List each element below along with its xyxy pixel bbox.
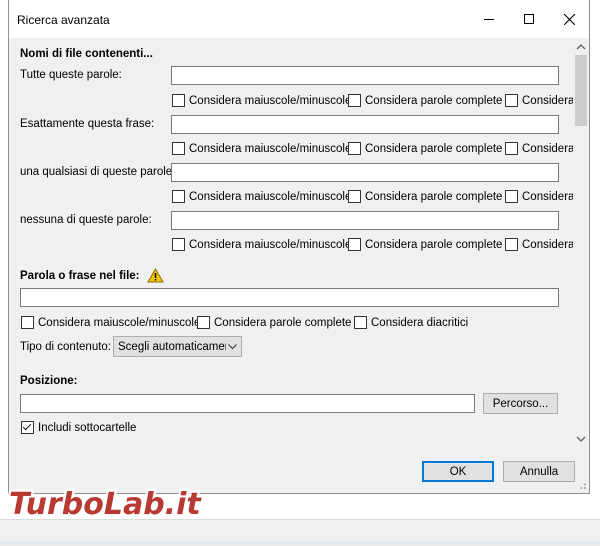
position-input[interactable] xyxy=(20,394,475,413)
scrollbar-thumb[interactable] xyxy=(575,55,587,126)
filename-section-heading: Nomi di file contenenti... xyxy=(20,48,153,60)
position-section-heading: Posizione: xyxy=(20,375,78,387)
checkbox-box[interactable] xyxy=(172,190,185,203)
checkbox-box[interactable] xyxy=(172,238,185,251)
all-words-diacritics[interactable]: Considera xyxy=(505,94,573,107)
exact-phrase-input[interactable] xyxy=(171,115,559,134)
checkbox-label: Considera maiuscole/minuscole xyxy=(189,238,352,251)
exact-phrase-whole-words[interactable]: Considera parole complete xyxy=(348,142,502,155)
any-words-whole-words[interactable]: Considera parole complete xyxy=(348,190,502,203)
close-button[interactable] xyxy=(549,0,589,38)
maximize-button[interactable] xyxy=(509,0,549,38)
checkbox-label: Considera maiuscole/minuscole xyxy=(189,190,352,203)
checkbox-label: Considera maiuscole/minuscole xyxy=(189,94,352,107)
checkbox-box[interactable] xyxy=(348,190,361,203)
cancel-button[interactable]: Annulla xyxy=(503,461,575,482)
checkbox-box[interactable] xyxy=(348,238,361,251)
checkbox-box[interactable] xyxy=(21,316,34,329)
all-words-label: Tutte queste parole: xyxy=(20,69,122,81)
checkbox-box[interactable] xyxy=(348,94,361,107)
close-icon xyxy=(563,13,575,25)
checkbox-label: Considera parole complete xyxy=(365,238,503,251)
checkbox-label: Considera xyxy=(522,142,573,155)
any-words-match-case[interactable]: Considera maiuscole/minuscole xyxy=(172,190,351,203)
minimize-icon xyxy=(484,19,494,20)
none-words-diacritics[interactable]: Considera xyxy=(505,238,573,251)
checkbox-box[interactable] xyxy=(354,316,367,329)
all-words-whole-words[interactable]: Considera parole complete xyxy=(348,94,502,107)
checkbox-label: Considera parole complete xyxy=(365,94,503,107)
title-bar[interactable]: Ricerca avanzata xyxy=(9,0,589,38)
any-words-diacritics[interactable]: Considera xyxy=(505,190,573,203)
checkbox-box[interactable] xyxy=(505,142,518,155)
content-match-case[interactable]: Considera maiuscole/minuscole xyxy=(21,316,200,329)
exact-phrase-diacritics[interactable]: Considera xyxy=(505,142,573,155)
window-title: Ricerca avanzata xyxy=(17,13,110,27)
advanced-search-dialog: Ricerca avanzata Nomi di file contenenti… xyxy=(8,0,590,494)
content-type-value: Scegli automaticamente xyxy=(118,340,226,353)
checkbox-label: Considera xyxy=(522,94,573,107)
checkbox-label: Considera diacritici xyxy=(371,316,469,329)
checkbox-box[interactable] xyxy=(505,238,518,251)
none-words-whole-words[interactable]: Considera parole complete xyxy=(348,238,502,251)
checkbox-label: Includi sottocartelle xyxy=(38,421,137,434)
checkbox-box[interactable] xyxy=(505,190,518,203)
content-type-select[interactable]: Scegli automaticamente xyxy=(113,336,242,357)
background-footer-line xyxy=(0,541,600,545)
content-whole-words[interactable]: Considera parole complete xyxy=(197,316,351,329)
checkbox-label: Considera xyxy=(522,238,573,251)
checkbox-label: Considera parole complete xyxy=(365,190,503,203)
ok-button[interactable]: OK xyxy=(422,461,494,482)
any-words-input[interactable] xyxy=(171,163,559,182)
checkbox-label: Considera maiuscole/minuscole xyxy=(38,316,201,329)
content-diacritics[interactable]: Considera diacritici xyxy=(354,316,468,329)
checkbox-box[interactable] xyxy=(172,94,185,107)
checkbox-label: Considera parole complete xyxy=(365,142,503,155)
chevron-down-icon xyxy=(228,343,237,349)
checkbox-box[interactable] xyxy=(197,316,210,329)
vertical-scrollbar[interactable] xyxy=(573,38,589,452)
checkmark-icon[interactable] xyxy=(21,421,34,434)
checkbox-label: Considera xyxy=(522,190,573,203)
scroll-down-icon[interactable] xyxy=(576,434,586,444)
exact-phrase-match-case[interactable]: Considera maiuscole/minuscole xyxy=(172,142,351,155)
exact-phrase-label: Esattamente questa frase: xyxy=(20,118,155,130)
none-words-match-case[interactable]: Considera maiuscole/minuscole xyxy=(172,238,351,251)
checkbox-box[interactable] xyxy=(505,94,518,107)
maximize-icon xyxy=(524,14,534,24)
content-section-heading: Parola o frase nel file: xyxy=(20,270,140,282)
warning-icon xyxy=(147,268,164,283)
scroll-up-icon[interactable] xyxy=(576,42,586,52)
checkbox-label: Considera maiuscole/minuscole xyxy=(189,142,352,155)
include-subfolders-checkbox[interactable]: Includi sottocartelle xyxy=(21,421,136,434)
dialog-content: Nomi di file contenenti... Tutte queste … xyxy=(9,38,573,452)
checkbox-label: Considera parole complete xyxy=(214,316,352,329)
all-words-match-case[interactable]: Considera maiuscole/minuscole xyxy=(172,94,351,107)
checkbox-box[interactable] xyxy=(172,142,185,155)
all-words-input[interactable] xyxy=(171,66,559,85)
content-phrase-input[interactable] xyxy=(20,288,559,307)
checkbox-box[interactable] xyxy=(348,142,361,155)
content-type-label: Tipo di contenuto: xyxy=(20,341,111,353)
any-words-label: una qualsiasi di queste parole: xyxy=(20,166,176,178)
none-words-label: nessuna di queste parole: xyxy=(20,214,152,226)
browse-button[interactable]: Percorso... xyxy=(483,393,558,414)
minimize-button[interactable] xyxy=(469,0,509,38)
none-words-input[interactable] xyxy=(171,211,559,230)
resize-grip-icon[interactable] xyxy=(577,480,587,490)
